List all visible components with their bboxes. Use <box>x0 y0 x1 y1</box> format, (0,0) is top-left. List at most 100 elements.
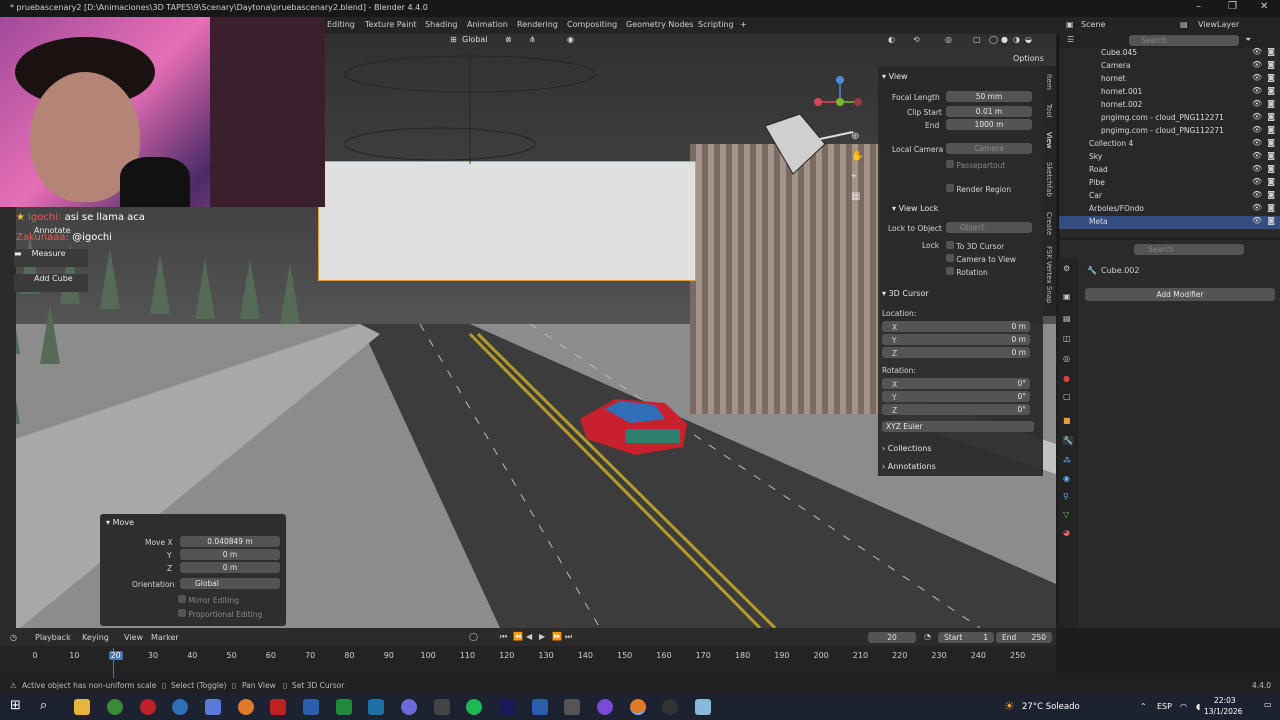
pivot-icon[interactable]: ⊗ <box>505 35 512 44</box>
edge-icon[interactable] <box>172 699 188 715</box>
clock-time[interactable]: 22:03 <box>1214 696 1236 705</box>
weather-text[interactable]: 27°C Soleado <box>1022 702 1080 712</box>
eye-icon[interactable]: 👁 <box>1252 190 1262 199</box>
scene-name[interactable]: Scene <box>1081 20 1105 29</box>
orientation-icon[interactable]: ⊞ <box>450 35 457 44</box>
cursor-rot-y-field[interactable]: 0° <box>882 391 1030 402</box>
outliner-item[interactable]: Camera 👁 ◙ <box>1059 60 1280 73</box>
outliner-item[interactable]: hornet.002 👁 ◙ <box>1059 99 1280 112</box>
tab-sketchfab[interactable]: Sketchfab <box>1045 162 1053 197</box>
pycharm-icon[interactable] <box>336 699 352 715</box>
render-icon[interactable]: ◙ <box>1267 177 1275 186</box>
tool-measure[interactable]: ▬ Measure <box>14 249 88 267</box>
eye-icon[interactable]: 👁 <box>1252 177 1262 186</box>
tool-add-cube[interactable]: Add Cube <box>14 274 88 292</box>
grid-view-icon[interactable]: ▦ <box>851 191 860 202</box>
wifi-icon[interactable]: ◠ <box>1180 702 1187 711</box>
cursor-loc-x-field[interactable]: 0 m <box>882 321 1030 332</box>
modifier-props-icon[interactable]: 🔧 <box>1063 436 1073 445</box>
to-3d-cursor-check[interactable]: To 3D Cursor <box>946 241 1004 251</box>
particles-props-icon[interactable]: ⁂ <box>1063 456 1071 465</box>
eye-icon[interactable]: 👁 <box>1252 47 1262 56</box>
tab-shading[interactable]: Shading <box>425 20 458 29</box>
annotations-section-header[interactable]: › Annotations <box>882 462 936 471</box>
rotation-lock-check[interactable]: Rotation <box>946 267 988 277</box>
render-icon[interactable]: ◙ <box>1267 60 1275 69</box>
material-props-icon[interactable]: ◕ <box>1063 528 1070 537</box>
local-camera-field[interactable]: Camera <box>946 143 1032 154</box>
view-object-types-icon[interactable]: ◐ <box>888 35 895 44</box>
cursor-rot-z-field[interactable]: 0° <box>882 404 1030 415</box>
options-button[interactable]: Options <box>1013 54 1044 63</box>
marker-menu[interactable]: Marker <box>151 633 179 642</box>
navigation-gizmo[interactable] <box>810 72 870 132</box>
orientation-dropdown[interactable]: Global <box>462 35 488 44</box>
obs-icon[interactable] <box>401 699 417 715</box>
outliner-item[interactable]: hornet.001 👁 ◙ <box>1059 86 1280 99</box>
windows-start-icon[interactable]: ⊞ <box>10 698 21 713</box>
eye-icon[interactable]: 👁 <box>1252 73 1262 82</box>
view-section-header[interactable]: ▾ View <box>882 72 908 81</box>
outliner-collection[interactable]: Car 👁 ◙ <box>1059 190 1280 203</box>
mirror-editing-check[interactable]: Mirror Editing <box>178 595 239 605</box>
language-indicator[interactable]: ESP <box>1157 702 1172 711</box>
3d-cursor-section-header[interactable]: ▾ 3D Cursor <box>882 289 929 298</box>
render-icon[interactable]: ◙ <box>1267 151 1275 160</box>
notifications-icon[interactable]: ▭ <box>1264 700 1272 709</box>
spotify-icon[interactable] <box>466 699 482 715</box>
render-icon[interactable]: ◙ <box>1267 203 1275 212</box>
view-layer-icon[interactable]: ▤ <box>1180 20 1188 29</box>
cursor-rot-x-field[interactable]: 0° <box>882 378 1030 389</box>
clock-icon[interactable]: ◔ <box>924 632 931 641</box>
zoom-icon[interactable]: ⊕ <box>851 131 859 142</box>
keying-menu[interactable]: Keying <box>82 633 109 642</box>
move-y-field[interactable]: 0 m <box>180 549 280 560</box>
cursor-loc-z-field[interactable]: 0 m <box>882 347 1030 358</box>
eye-icon[interactable]: 👁 <box>1252 216 1262 225</box>
settings-icon[interactable] <box>564 699 580 715</box>
notepad-icon[interactable] <box>695 699 711 715</box>
move-panel-header[interactable]: ▾ Move <box>106 518 134 527</box>
render-icon[interactable]: ◙ <box>1267 47 1275 56</box>
opera-icon[interactable] <box>140 699 156 715</box>
vscode-icon[interactable] <box>368 699 384 715</box>
render-icon[interactable]: ◙ <box>1267 138 1275 147</box>
tab-fsk-vertex-snap[interactable]: FSK Vertex Snap <box>1045 246 1053 304</box>
close-icon[interactable]: ✕ <box>1260 1 1268 12</box>
shading-solid-icon[interactable]: ● <box>1001 35 1008 44</box>
view-layer-props-icon[interactable]: ◫ <box>1063 334 1071 343</box>
blender-taskbar-icon[interactable] <box>238 699 254 715</box>
outliner-item[interactable]: pngimg.com - cloud_PNG112271 👁 ◙ <box>1059 112 1280 125</box>
proportional-icon[interactable]: ◉ <box>567 35 574 44</box>
eye-icon[interactable]: 👁 <box>1252 99 1262 108</box>
eye-icon[interactable]: 👁 <box>1252 112 1262 121</box>
blender-active-icon[interactable] <box>630 699 646 715</box>
physics-props-icon[interactable]: ◉ <box>1063 474 1070 483</box>
clock-date[interactable]: 13/1/2026 <box>1204 707 1242 716</box>
tab-editing[interactable]: Editing <box>327 20 355 29</box>
prev-key-icon[interactable]: ⏪ <box>513 632 523 641</box>
gizmo-toggle-icon[interactable]: ⟲ <box>913 35 920 44</box>
outliner-item[interactable]: pngimg.com - cloud_PNG112271 👁 ◙ <box>1059 125 1280 138</box>
render-icon[interactable]: ◙ <box>1267 190 1275 199</box>
collection-props-icon[interactable]: ▢ <box>1063 392 1071 401</box>
add-workspace-button[interactable]: + <box>740 20 747 29</box>
xray-icon[interactable]: ▢ <box>973 35 981 44</box>
tab-compositing[interactable]: Compositing <box>567 20 617 29</box>
view-layer-name[interactable]: ViewLayer <box>1198 20 1239 29</box>
snap-icon[interactable]: ⋔ <box>529 35 536 44</box>
current-frame-field[interactable]: 20 <box>868 632 916 643</box>
tool-props-icon[interactable]: ⚙ <box>1063 264 1070 273</box>
eye-icon[interactable]: 👁 <box>1252 151 1262 160</box>
end-frame-field[interactable]: End 250 <box>996 632 1052 643</box>
tab-geometry-nodes[interactable]: Geometry Nodes <box>626 20 693 29</box>
tab-animation[interactable]: Animation <box>467 20 508 29</box>
outliner-collection[interactable]: Meta 👁 ◙ <box>1059 216 1280 229</box>
properties-search[interactable]: Search <box>1134 244 1244 255</box>
render-icon[interactable]: ◙ <box>1267 73 1275 82</box>
outliner-collection[interactable]: Arboles/FOndo 👁 ◙ <box>1059 203 1280 216</box>
output-props-icon[interactable]: ▤ <box>1063 314 1071 323</box>
store-icon[interactable] <box>303 699 319 715</box>
reverse-play-icon[interactable]: ◀ <box>526 632 532 641</box>
rotation-mode-dropdown[interactable]: XYZ Euler <box>882 421 1034 432</box>
